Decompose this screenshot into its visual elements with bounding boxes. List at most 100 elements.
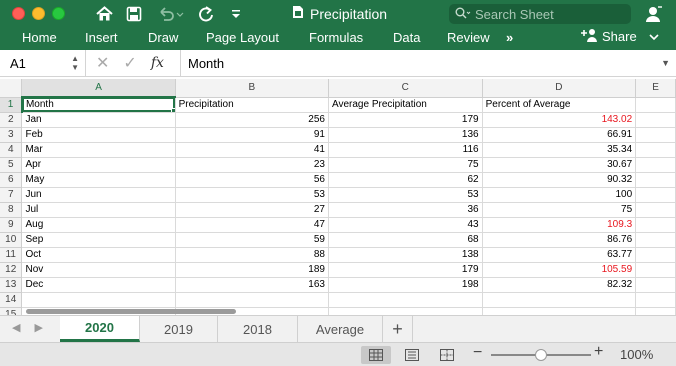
cell-average-precipitation[interactable]: 53 bbox=[328, 187, 483, 203]
name-box[interactable]: A1 ▲ ▼ bbox=[0, 50, 86, 76]
cell-empty[interactable] bbox=[635, 247, 676, 263]
share-button[interactable]: Share bbox=[580, 28, 659, 45]
save-icon[interactable] bbox=[124, 3, 144, 24]
row-header[interactable]: 9 bbox=[0, 217, 23, 233]
row-header[interactable]: 10 bbox=[0, 232, 23, 248]
cell-precipitation[interactable]: 56 bbox=[175, 172, 329, 188]
cell-precipitation[interactable]: 23 bbox=[175, 157, 329, 173]
cell-empty[interactable] bbox=[21, 292, 176, 308]
cell-precipitation[interactable]: 88 bbox=[175, 247, 329, 263]
cell-month[interactable]: Feb bbox=[21, 127, 176, 143]
cell-percent-of-average[interactable]: 100 bbox=[482, 187, 637, 203]
row-header[interactable]: 11 bbox=[0, 247, 23, 263]
cell-precipitation[interactable]: 163 bbox=[175, 277, 329, 293]
row-header[interactable]: 1 bbox=[0, 97, 23, 113]
fill-handle[interactable] bbox=[170, 107, 175, 111]
horizontal-scrollbar[interactable] bbox=[26, 309, 236, 314]
cell-empty[interactable] bbox=[635, 217, 676, 233]
cell-precipitation[interactable]: 59 bbox=[175, 232, 329, 248]
zoom-in-button[interactable]: + bbox=[594, 343, 603, 361]
cell-empty[interactable] bbox=[635, 172, 676, 188]
row-header[interactable]: 6 bbox=[0, 172, 23, 188]
cell-average-precipitation[interactable]: 36 bbox=[328, 202, 483, 218]
name-box-stepper-icon[interactable]: ▲ ▼ bbox=[71, 54, 79, 72]
cell-month[interactable]: Jul bbox=[21, 202, 176, 218]
column-header-a[interactable]: A bbox=[21, 79, 176, 98]
cell-precipitation[interactable]: 256 bbox=[175, 112, 329, 128]
row-header[interactable]: 3 bbox=[0, 127, 23, 143]
cell-e1[interactable] bbox=[635, 97, 676, 113]
tab-review[interactable]: Review bbox=[447, 30, 490, 45]
cell-average-precipitation[interactable]: 62 bbox=[328, 172, 483, 188]
sheet-tab-2020[interactable]: 2020 bbox=[60, 316, 140, 342]
cell-empty[interactable] bbox=[482, 292, 637, 308]
cell-average-precipitation[interactable]: 43 bbox=[328, 217, 483, 233]
close-window-button[interactable] bbox=[12, 7, 25, 20]
cell-precipitation[interactable]: 189 bbox=[175, 262, 329, 278]
confirm-entry-icon[interactable]: ✓ bbox=[123, 53, 136, 73]
page-layout-view-icon[interactable] bbox=[397, 346, 427, 364]
cell-percent-of-average[interactable]: 90.32 bbox=[482, 172, 637, 188]
cell-c1[interactable]: Average Precipitation bbox=[328, 97, 483, 113]
cell-percent-of-average[interactable]: 75 bbox=[482, 202, 637, 218]
maximize-window-button[interactable] bbox=[52, 7, 65, 20]
cell-month[interactable]: May bbox=[21, 172, 176, 188]
cell-precipitation[interactable]: 47 bbox=[175, 217, 329, 233]
cell-month[interactable]: Jun bbox=[21, 187, 176, 203]
row-header[interactable]: 12 bbox=[0, 262, 23, 278]
tab-insert[interactable]: Insert bbox=[85, 30, 118, 45]
select-all-corner[interactable] bbox=[0, 79, 23, 98]
cell-empty[interactable] bbox=[635, 292, 676, 308]
sheet-tab-2018[interactable]: 2018 bbox=[218, 316, 298, 342]
next-sheet-icon[interactable]: ▶ bbox=[34, 321, 42, 334]
formula-input[interactable]: Month bbox=[188, 50, 224, 76]
cell-average-precipitation[interactable]: 138 bbox=[328, 247, 483, 263]
sheet-tab-average[interactable]: Average bbox=[298, 316, 383, 342]
cell-month[interactable]: Dec bbox=[21, 277, 176, 293]
cell-month[interactable]: Nov bbox=[21, 262, 176, 278]
cell-empty[interactable] bbox=[175, 292, 329, 308]
cell-average-precipitation[interactable]: 68 bbox=[328, 232, 483, 248]
cell-percent-of-average[interactable]: 143.02 bbox=[482, 112, 637, 128]
cell-precipitation[interactable]: 41 bbox=[175, 142, 329, 158]
cell-average-precipitation[interactable]: 75 bbox=[328, 157, 483, 173]
more-tabs-chevron-icon[interactable]: » bbox=[506, 30, 513, 45]
row-header[interactable]: 13 bbox=[0, 277, 23, 293]
cell-month[interactable]: Mar bbox=[21, 142, 176, 158]
cell-average-precipitation[interactable]: 179 bbox=[328, 112, 483, 128]
cell-average-precipitation[interactable]: 136 bbox=[328, 127, 483, 143]
tab-data[interactable]: Data bbox=[393, 30, 420, 45]
cell-empty[interactable] bbox=[482, 307, 637, 315]
cell-month[interactable]: Jan bbox=[21, 112, 176, 128]
tab-home[interactable]: Home bbox=[22, 30, 57, 45]
cell-empty[interactable] bbox=[635, 142, 676, 158]
row-header[interactable]: 4 bbox=[0, 142, 23, 158]
minimize-window-button[interactable] bbox=[32, 7, 45, 20]
row-header[interactable]: 14 bbox=[0, 292, 23, 308]
normal-view-icon[interactable] bbox=[361, 346, 391, 364]
tab-draw[interactable]: Draw bbox=[148, 30, 178, 45]
tab-page-layout[interactable]: Page Layout bbox=[206, 30, 279, 45]
cell-percent-of-average[interactable]: 63.77 bbox=[482, 247, 637, 263]
undo-icon[interactable] bbox=[156, 3, 186, 24]
customize-toolbar-icon[interactable] bbox=[228, 3, 244, 24]
account-icon[interactable] bbox=[644, 3, 664, 24]
column-header-c[interactable]: C bbox=[328, 79, 483, 98]
column-header-b[interactable]: B bbox=[175, 79, 329, 98]
row-header[interactable]: 8 bbox=[0, 202, 23, 218]
cell-percent-of-average[interactable]: 109.3 bbox=[482, 217, 637, 233]
worksheet-grid[interactable]: A B C D E 1 Month Precipitation Average … bbox=[0, 79, 676, 315]
cell-empty[interactable] bbox=[635, 232, 676, 248]
sheet-tab-2019[interactable]: 2019 bbox=[140, 316, 218, 342]
cell-empty[interactable] bbox=[635, 127, 676, 143]
cell-average-precipitation[interactable]: 198 bbox=[328, 277, 483, 293]
cell-empty[interactable] bbox=[635, 202, 676, 218]
add-sheet-button[interactable]: + bbox=[383, 316, 413, 342]
page-break-preview-icon[interactable] bbox=[432, 346, 462, 364]
home-icon[interactable] bbox=[94, 3, 114, 24]
zoom-slider-knob[interactable] bbox=[535, 349, 547, 361]
insert-function-button[interactable]: fx bbox=[151, 55, 164, 71]
cell-month[interactable]: Aug bbox=[21, 217, 176, 233]
column-header-d[interactable]: D bbox=[482, 79, 637, 98]
zoom-out-button[interactable]: − bbox=[473, 344, 482, 362]
